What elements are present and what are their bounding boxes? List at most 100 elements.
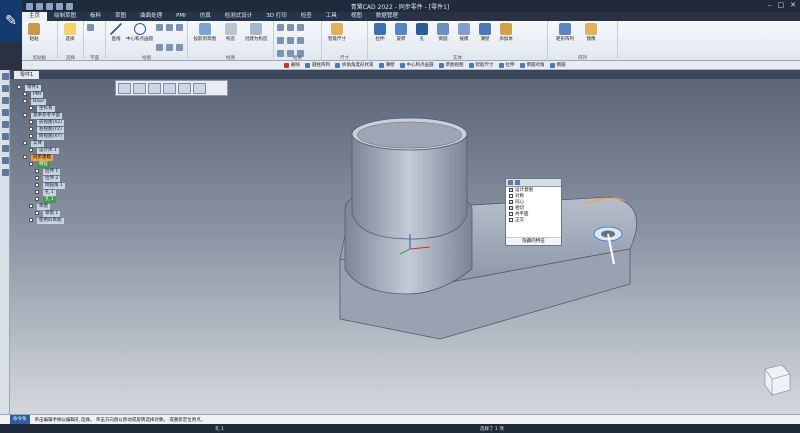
- intent-checkbox[interactable]: ✓: [509, 188, 513, 192]
- point-icon[interactable]: [166, 43, 173, 51]
- cmd-smart-dim[interactable]: 智能尺寸: [468, 62, 494, 68]
- settings-icon[interactable]: [1, 157, 9, 164]
- layers-icon[interactable]: [1, 85, 9, 92]
- tree-node[interactable]: 拉伸 1: [13, 168, 113, 175]
- view-mode-icon[interactable]: [118, 83, 131, 94]
- relate-1-icon[interactable]: [277, 24, 284, 31]
- intent-checkbox[interactable]: [509, 218, 513, 222]
- view-cube[interactable]: [764, 364, 791, 396]
- panel-footer[interactable]: 隐藏的特征: [506, 237, 561, 245]
- tab-sheetmetal[interactable]: 板料: [83, 12, 108, 21]
- tree-node[interactable]: 基本参考平面: [13, 112, 113, 119]
- tree-node[interactable]: 右视图(YZ): [13, 126, 113, 133]
- tree-checkbox[interactable]: [35, 190, 39, 194]
- tab-design[interactable]: 检测式设计: [218, 12, 260, 21]
- library-icon[interactable]: [1, 97, 9, 104]
- new-icon[interactable]: [26, 2, 33, 10]
- cmd-round[interactable]: 倒圆: [549, 62, 566, 68]
- cmd-extrude[interactable]: 拉伸: [498, 62, 515, 68]
- tree-node[interactable]: 倒圆角 1: [13, 182, 113, 189]
- tree-node[interactable]: 实体: [13, 140, 113, 147]
- intent-checkbox[interactable]: ✓: [509, 200, 513, 204]
- tree-checkbox[interactable]: [23, 141, 27, 145]
- app-logo[interactable]: ✎: [0, 0, 22, 42]
- tab-simulation[interactable]: 仿真: [193, 12, 218, 21]
- minimize-icon[interactable]: –: [768, 1, 772, 9]
- tree-node[interactable]: 拉伸 2: [13, 175, 113, 182]
- cmd-thinwall[interactable]: 薄壁: [378, 62, 395, 68]
- redo-icon[interactable]: [66, 2, 73, 10]
- tab-view[interactable]: 视图: [344, 12, 369, 21]
- intent-option[interactable]: 正交: [506, 217, 561, 223]
- graphics-viewport[interactable]: [10, 79, 800, 414]
- model-view[interactable]: [10, 79, 800, 414]
- relate-2-icon[interactable]: [287, 24, 294, 31]
- cmd-sketch-view[interactable]: 草图视图: [438, 62, 464, 68]
- relate-6-icon[interactable]: [297, 37, 304, 44]
- view-render-icon[interactable]: [178, 83, 191, 94]
- tree-node[interactable]: Base: [13, 98, 113, 105]
- tree-node[interactable]: 孔 1: [13, 189, 113, 196]
- close-icon[interactable]: ✕: [790, 1, 796, 9]
- tab-3dprint[interactable]: 3D 打印: [259, 12, 293, 21]
- cmd-shape[interactable]: 拆角角度形状束: [335, 62, 374, 68]
- tree-checkbox[interactable]: [29, 106, 33, 110]
- tree-node[interactable]: 草图 1: [13, 210, 113, 217]
- tree-checkbox[interactable]: [23, 113, 27, 117]
- tree-node[interactable]: 孔 1: [13, 196, 113, 203]
- tree-node[interactable]: 设计体 1: [13, 147, 113, 154]
- tree-node[interactable]: PMI: [13, 91, 113, 98]
- document-tab[interactable]: 零件1: [14, 71, 40, 79]
- pathfinder-icon[interactable]: [1, 73, 9, 80]
- tree-node[interactable]: 坐标系: [13, 105, 113, 112]
- relate-5-icon[interactable]: [287, 37, 294, 44]
- fillet-icon[interactable]: [176, 43, 183, 51]
- tree-checkbox[interactable]: [35, 211, 39, 215]
- tab-pmi[interactable]: PMI: [169, 12, 193, 21]
- cmd-delete[interactable]: 删除: [284, 62, 300, 68]
- view-fit-icon[interactable]: [148, 83, 161, 94]
- tree-checkbox[interactable]: [23, 155, 27, 159]
- tree-checkbox[interactable]: [35, 169, 39, 173]
- tree-checkbox[interactable]: [29, 162, 33, 166]
- tab-sketch[interactable]: 绘制草图: [47, 12, 83, 21]
- tree-checkbox[interactable]: [23, 99, 27, 103]
- tree-checkbox[interactable]: [29, 120, 33, 124]
- tab-home[interactable]: 主页: [22, 12, 48, 21]
- tree-checkbox[interactable]: [29, 127, 33, 131]
- tab-tools[interactable]: 工具: [319, 12, 344, 21]
- maximize-icon[interactable]: □: [778, 1, 785, 9]
- tree-node[interactable]: 特征: [13, 161, 113, 168]
- tree-checkbox[interactable]: [29, 148, 33, 152]
- view-display-icon[interactable]: [133, 83, 146, 94]
- tree-checkbox[interactable]: [35, 183, 39, 187]
- tree-node[interactable]: 零件1: [13, 84, 113, 91]
- relate-4-icon[interactable]: [277, 37, 284, 44]
- intent-checkbox[interactable]: ✓: [509, 206, 513, 210]
- tab-data[interactable]: 数据管理: [369, 12, 405, 21]
- curve-icon[interactable]: [156, 43, 163, 51]
- open-icon[interactable]: [36, 2, 43, 10]
- view-zoom-icon[interactable]: [163, 83, 176, 94]
- cmd-circle[interactable]: 中心和点画圆: [399, 62, 434, 68]
- tab-surface[interactable]: 曲面处理: [133, 12, 169, 21]
- tree-node[interactable]: 草图: [13, 203, 113, 210]
- tree-checkbox[interactable]: [29, 134, 33, 138]
- arc-icon[interactable]: [156, 24, 163, 31]
- tree-checkbox[interactable]: [29, 204, 33, 208]
- tree-checkbox[interactable]: [35, 197, 39, 201]
- properties-icon[interactable]: [1, 121, 9, 128]
- tab-inspect[interactable]: 检查: [294, 12, 319, 21]
- intent-checkbox[interactable]: [509, 194, 513, 198]
- tree-checkbox[interactable]: [17, 85, 21, 89]
- view-style-icon[interactable]: [193, 83, 206, 94]
- plane-icon[interactable]: [87, 24, 94, 31]
- rectangle-icon[interactable]: [166, 24, 173, 31]
- search-icon[interactable]: [1, 133, 9, 140]
- tree-node[interactable]: 前视图(XZ): [13, 119, 113, 126]
- tree-checkbox[interactable]: [23, 92, 27, 96]
- cmd-round-angle[interactable]: 倒圆对角: [519, 62, 545, 68]
- help-icon[interactable]: [508, 180, 513, 185]
- tab-draft[interactable]: 草图: [108, 12, 133, 21]
- cmd-pattern[interactable]: 圆柱阵列: [305, 62, 330, 68]
